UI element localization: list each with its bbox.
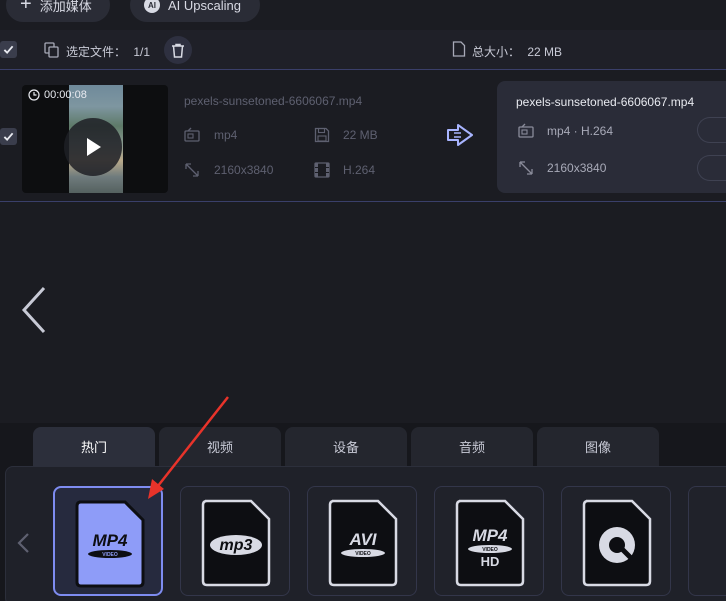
convert-arrow-icon — [447, 124, 473, 146]
format-mp3[interactable]: mp3 — [180, 486, 290, 596]
add-media-label: 添加媒体 — [39, 0, 92, 14]
output-filename: pexels-sunsetoned-6606067.mp4 — [516, 95, 695, 109]
video-thumbnail[interactable]: 00:00:08 — [22, 85, 168, 193]
trash-icon — [172, 43, 184, 58]
tab-popular[interactable]: 热门 — [33, 427, 155, 466]
source-filename: pexels-sunsetoned-6606067.mp4 — [184, 94, 363, 108]
mp3-icon: mp3 — [201, 499, 271, 587]
mp4-hd-sub-label: VIDEO — [482, 547, 498, 553]
source-size: 22 MB — [343, 128, 378, 142]
format-mp4-hd[interactable]: MP4 VIDEO HD — [434, 486, 544, 596]
mp4-sub-label: VIDEO — [102, 552, 118, 558]
top-toolbar: + 添加媒体 AI AI Upscaling — [0, 0, 726, 28]
play-icon — [87, 138, 101, 156]
mp3-label: mp3 — [220, 537, 253, 554]
selected-count: 1/1 — [133, 45, 151, 59]
format-icon — [518, 123, 534, 138]
format-category-tabs: 热门 视频 设备 音频 图像 — [0, 423, 726, 466]
quicktime-icon — [582, 499, 652, 587]
ai-upscaling-button[interactable]: AI AI Upscaling — [130, 0, 260, 22]
tab-device[interactable]: 设备 — [285, 427, 407, 466]
size-icon — [314, 127, 330, 143]
tab-image[interactable]: 图像 — [537, 427, 659, 466]
output-audio-button[interactable] — [697, 155, 726, 181]
mp4-hd-icon: MP4 VIDEO HD — [455, 499, 525, 587]
format-mp4[interactable]: MP4 VIDEO — [53, 486, 163, 596]
mp4-icon: MP4 VIDEO — [75, 500, 145, 588]
mp4-label: MP4 — [93, 531, 129, 550]
add-media-button[interactable]: + 添加媒体 — [6, 0, 110, 22]
resize-icon — [185, 163, 199, 177]
format-mov[interactable] — [561, 486, 671, 596]
clock-icon — [28, 89, 40, 101]
play-button[interactable] — [64, 118, 122, 176]
source-codec: H.264 — [343, 163, 376, 177]
output-card[interactable]: pexels-sunsetoned-6606067.mp4 mp4 · H.26… — [497, 81, 726, 193]
tab-audio[interactable]: 音频 — [411, 427, 533, 466]
mp4-hd-label: MP4 — [473, 526, 509, 545]
ai-icon: AI — [144, 0, 160, 13]
file-checkbox[interactable] — [0, 128, 17, 145]
checkmark-icon — [3, 45, 14, 55]
chevron-left-icon[interactable] — [20, 286, 48, 334]
format-more[interactable] — [688, 486, 726, 596]
duration-text: 00:00:08 — [44, 89, 87, 101]
selected-label-text: 选定文件： — [66, 45, 127, 59]
avi-sub-label: VIDEO — [355, 551, 371, 557]
avi-icon: AVI VIDEO — [328, 499, 398, 587]
source-format: mp4 — [214, 128, 238, 142]
file-row: 00:00:08 pexels-sunsetoned-6606067.mp4 m… — [0, 72, 726, 202]
total-size-value: 22 MB — [527, 45, 563, 59]
output-resolution: 2160x3840 — [547, 161, 607, 175]
avi-label: AVI — [348, 530, 377, 549]
format-avi[interactable]: AVI VIDEO — [307, 486, 417, 596]
output-format-codec: mp4 · H.264 — [547, 124, 614, 138]
plus-icon: + — [20, 0, 32, 15]
codec-icon — [314, 162, 330, 178]
files-icon — [44, 42, 59, 58]
select-all-checkbox[interactable] — [0, 41, 17, 58]
selected-files-label: 选定文件： 1/1 — [66, 43, 150, 60]
ai-upscaling-label: AI Upscaling — [168, 0, 241, 13]
chevron-left-icon[interactable] — [16, 532, 30, 554]
tab-video[interactable]: 视频 — [159, 427, 281, 466]
hd-badge: HD — [481, 554, 500, 569]
total-label-text: 总大小： — [472, 45, 521, 59]
delete-button[interactable] — [164, 36, 192, 64]
source-resolution: 2160x3840 — [214, 163, 274, 177]
format-icon — [184, 127, 200, 142]
total-size-label: 总大小： 22 MB — [472, 43, 562, 60]
duration-badge: 00:00:08 — [28, 89, 87, 101]
checkmark-icon — [3, 132, 14, 142]
file-icon — [452, 41, 466, 57]
resize-icon — [519, 161, 533, 175]
selection-bar: 选定文件： 1/1 总大小： 22 MB — [0, 30, 726, 70]
output-settings-button[interactable] — [697, 117, 726, 143]
